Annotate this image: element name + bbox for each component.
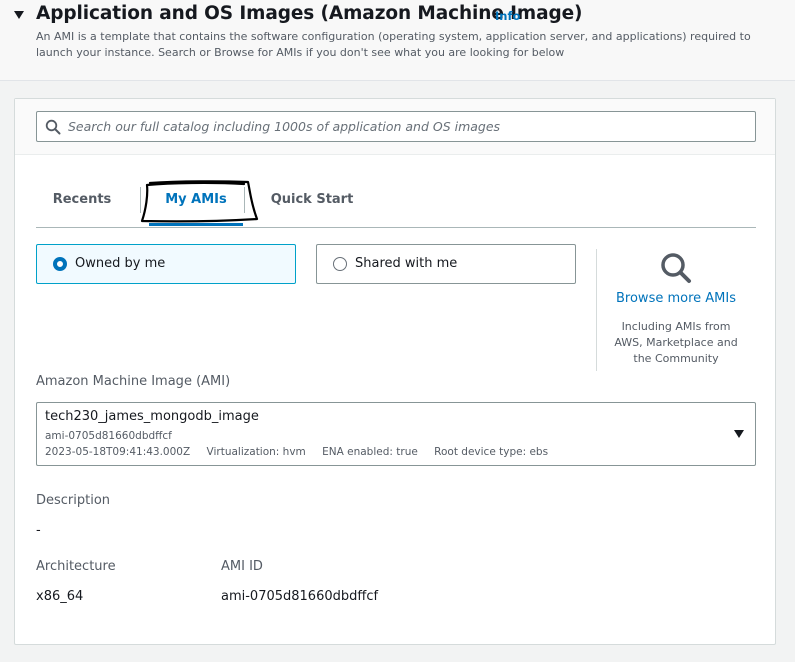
section-header: Application and OS Images (Amazon Machin… [0,0,795,81]
browse-divider [596,249,597,371]
owned-by-me-option[interactable]: Owned by me [36,244,296,284]
ami-search-input[interactable] [68,112,748,141]
ami-select-label: Amazon Machine Image (AMI) [36,374,231,389]
search-band [15,99,775,155]
radio-selected-icon [53,257,67,271]
ami-tabs: Recents My AMIs Quick Start [36,179,756,228]
description-value: - [36,523,41,538]
tab-separator [140,187,141,213]
shared-with-me-option[interactable]: Shared with me [316,244,576,284]
tab-quick-start[interactable]: Quick Start [250,179,374,227]
browse-subtext: Including AMIs from AWS, Marketplace and… [614,320,738,365]
caret-down-icon[interactable] [11,7,27,23]
ami-date: 2023-05-18T09:41:43.000Z [45,446,191,458]
ami-id-label: AMI ID [221,559,263,574]
ami-root-device: Root device type: ebs [434,446,549,458]
chevron-down-icon [734,430,744,438]
tab-my-amis[interactable]: My AMIs [149,179,243,227]
active-tab-indicator [149,223,243,226]
ami-metadata: 2023-05-18T09:41:43.000Z Virtualization:… [45,446,561,458]
ami-name: tech230_james_mongodb_image [45,409,259,424]
architecture-value: x86_64 [36,589,84,604]
shared-with-me-label: Shared with me [355,256,458,271]
radio-unselected-icon [333,257,347,271]
ami-ena: ENA enabled: true [322,446,418,458]
ami-id-value: ami-0705d81660dbdffcf [221,589,379,604]
search-box[interactable] [36,111,756,142]
owned-by-me-label: Owned by me [75,256,166,271]
tab-separator [244,187,245,213]
tab-recents[interactable]: Recents [36,179,128,227]
section-description: An AMI is a template that contains the s… [36,30,751,59]
browse-more-amis-link[interactable]: Browse more AMIs [609,291,743,306]
search-icon [45,119,61,135]
ami-id: ami-0705d81660dbdffcf [45,430,172,442]
ami-virtualization: Virtualization: hvm [206,446,306,458]
description-label: Description [36,493,111,508]
architecture-label: Architecture [36,559,116,574]
ami-select[interactable]: tech230_james_mongodb_image ami-0705d816… [36,402,756,466]
magnifier-icon [661,253,691,283]
ami-panel: Recents My AMIs Quick Start Owned by me … [14,98,776,645]
info-link[interactable]: Info [495,9,520,23]
